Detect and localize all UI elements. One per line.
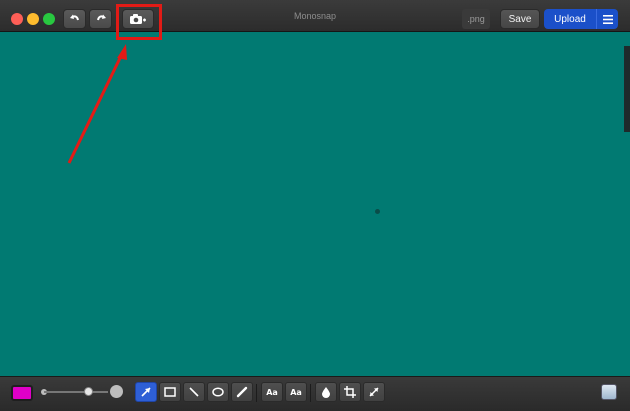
title-bar: Monosnap .png Save Upload: [0, 0, 630, 32]
pen-tool[interactable]: [231, 382, 253, 402]
arrow-tool[interactable]: [135, 382, 157, 402]
resize-icon: [369, 387, 379, 397]
image-canvas[interactable]: [0, 32, 630, 376]
redo-icon: [96, 14, 106, 21]
stroke-width-slider[interactable]: [44, 391, 108, 393]
undo-button[interactable]: [63, 9, 86, 29]
text-tool-label: Aa: [266, 387, 278, 397]
upload-button[interactable]: Upload: [544, 9, 596, 29]
upload-menu-button[interactable]: [596, 9, 618, 29]
ellipse-icon: [212, 387, 224, 397]
line-tool[interactable]: [183, 382, 205, 402]
minimize-window-button[interactable]: [27, 13, 39, 25]
toolbar-separator: [256, 384, 257, 402]
text-tool[interactable]: Aa: [261, 382, 283, 402]
crop-icon: [344, 386, 356, 398]
hamburger-menu-icon: [602, 14, 613, 24]
line-icon: [189, 387, 199, 397]
side-strip: [624, 46, 630, 132]
monosnap-window: Monosnap .png Save Upload Aa Aa: [0, 0, 630, 411]
close-window-button[interactable]: [11, 13, 23, 25]
toolbar-separator: [310, 384, 311, 402]
pen-icon: [236, 386, 248, 398]
save-button[interactable]: Save: [500, 9, 540, 29]
drop-icon: [322, 387, 330, 398]
stroke-width-slider-knob[interactable]: [84, 387, 93, 396]
file-format-selector[interactable]: .png: [462, 9, 490, 29]
rectangle-icon: [164, 387, 176, 397]
resize-tool[interactable]: [363, 382, 385, 402]
blur-tool[interactable]: [315, 382, 337, 402]
undo-icon: [69, 14, 79, 21]
preview-image-button[interactable]: [601, 384, 617, 400]
rectangle-tool[interactable]: [159, 382, 181, 402]
crop-tool[interactable]: [339, 382, 361, 402]
thick-stroke-indicator: [110, 385, 123, 398]
text-style-tool-label: Aa: [290, 387, 302, 397]
arrow-icon: [141, 387, 151, 397]
ellipse-tool[interactable]: [207, 382, 229, 402]
screenshot-button-highlight: [116, 4, 162, 40]
zoom-window-button[interactable]: [43, 13, 55, 25]
color-picker[interactable]: [11, 385, 33, 401]
canvas-dot: [375, 209, 380, 214]
text-style-tool[interactable]: Aa: [285, 382, 307, 402]
redo-button[interactable]: [89, 9, 112, 29]
